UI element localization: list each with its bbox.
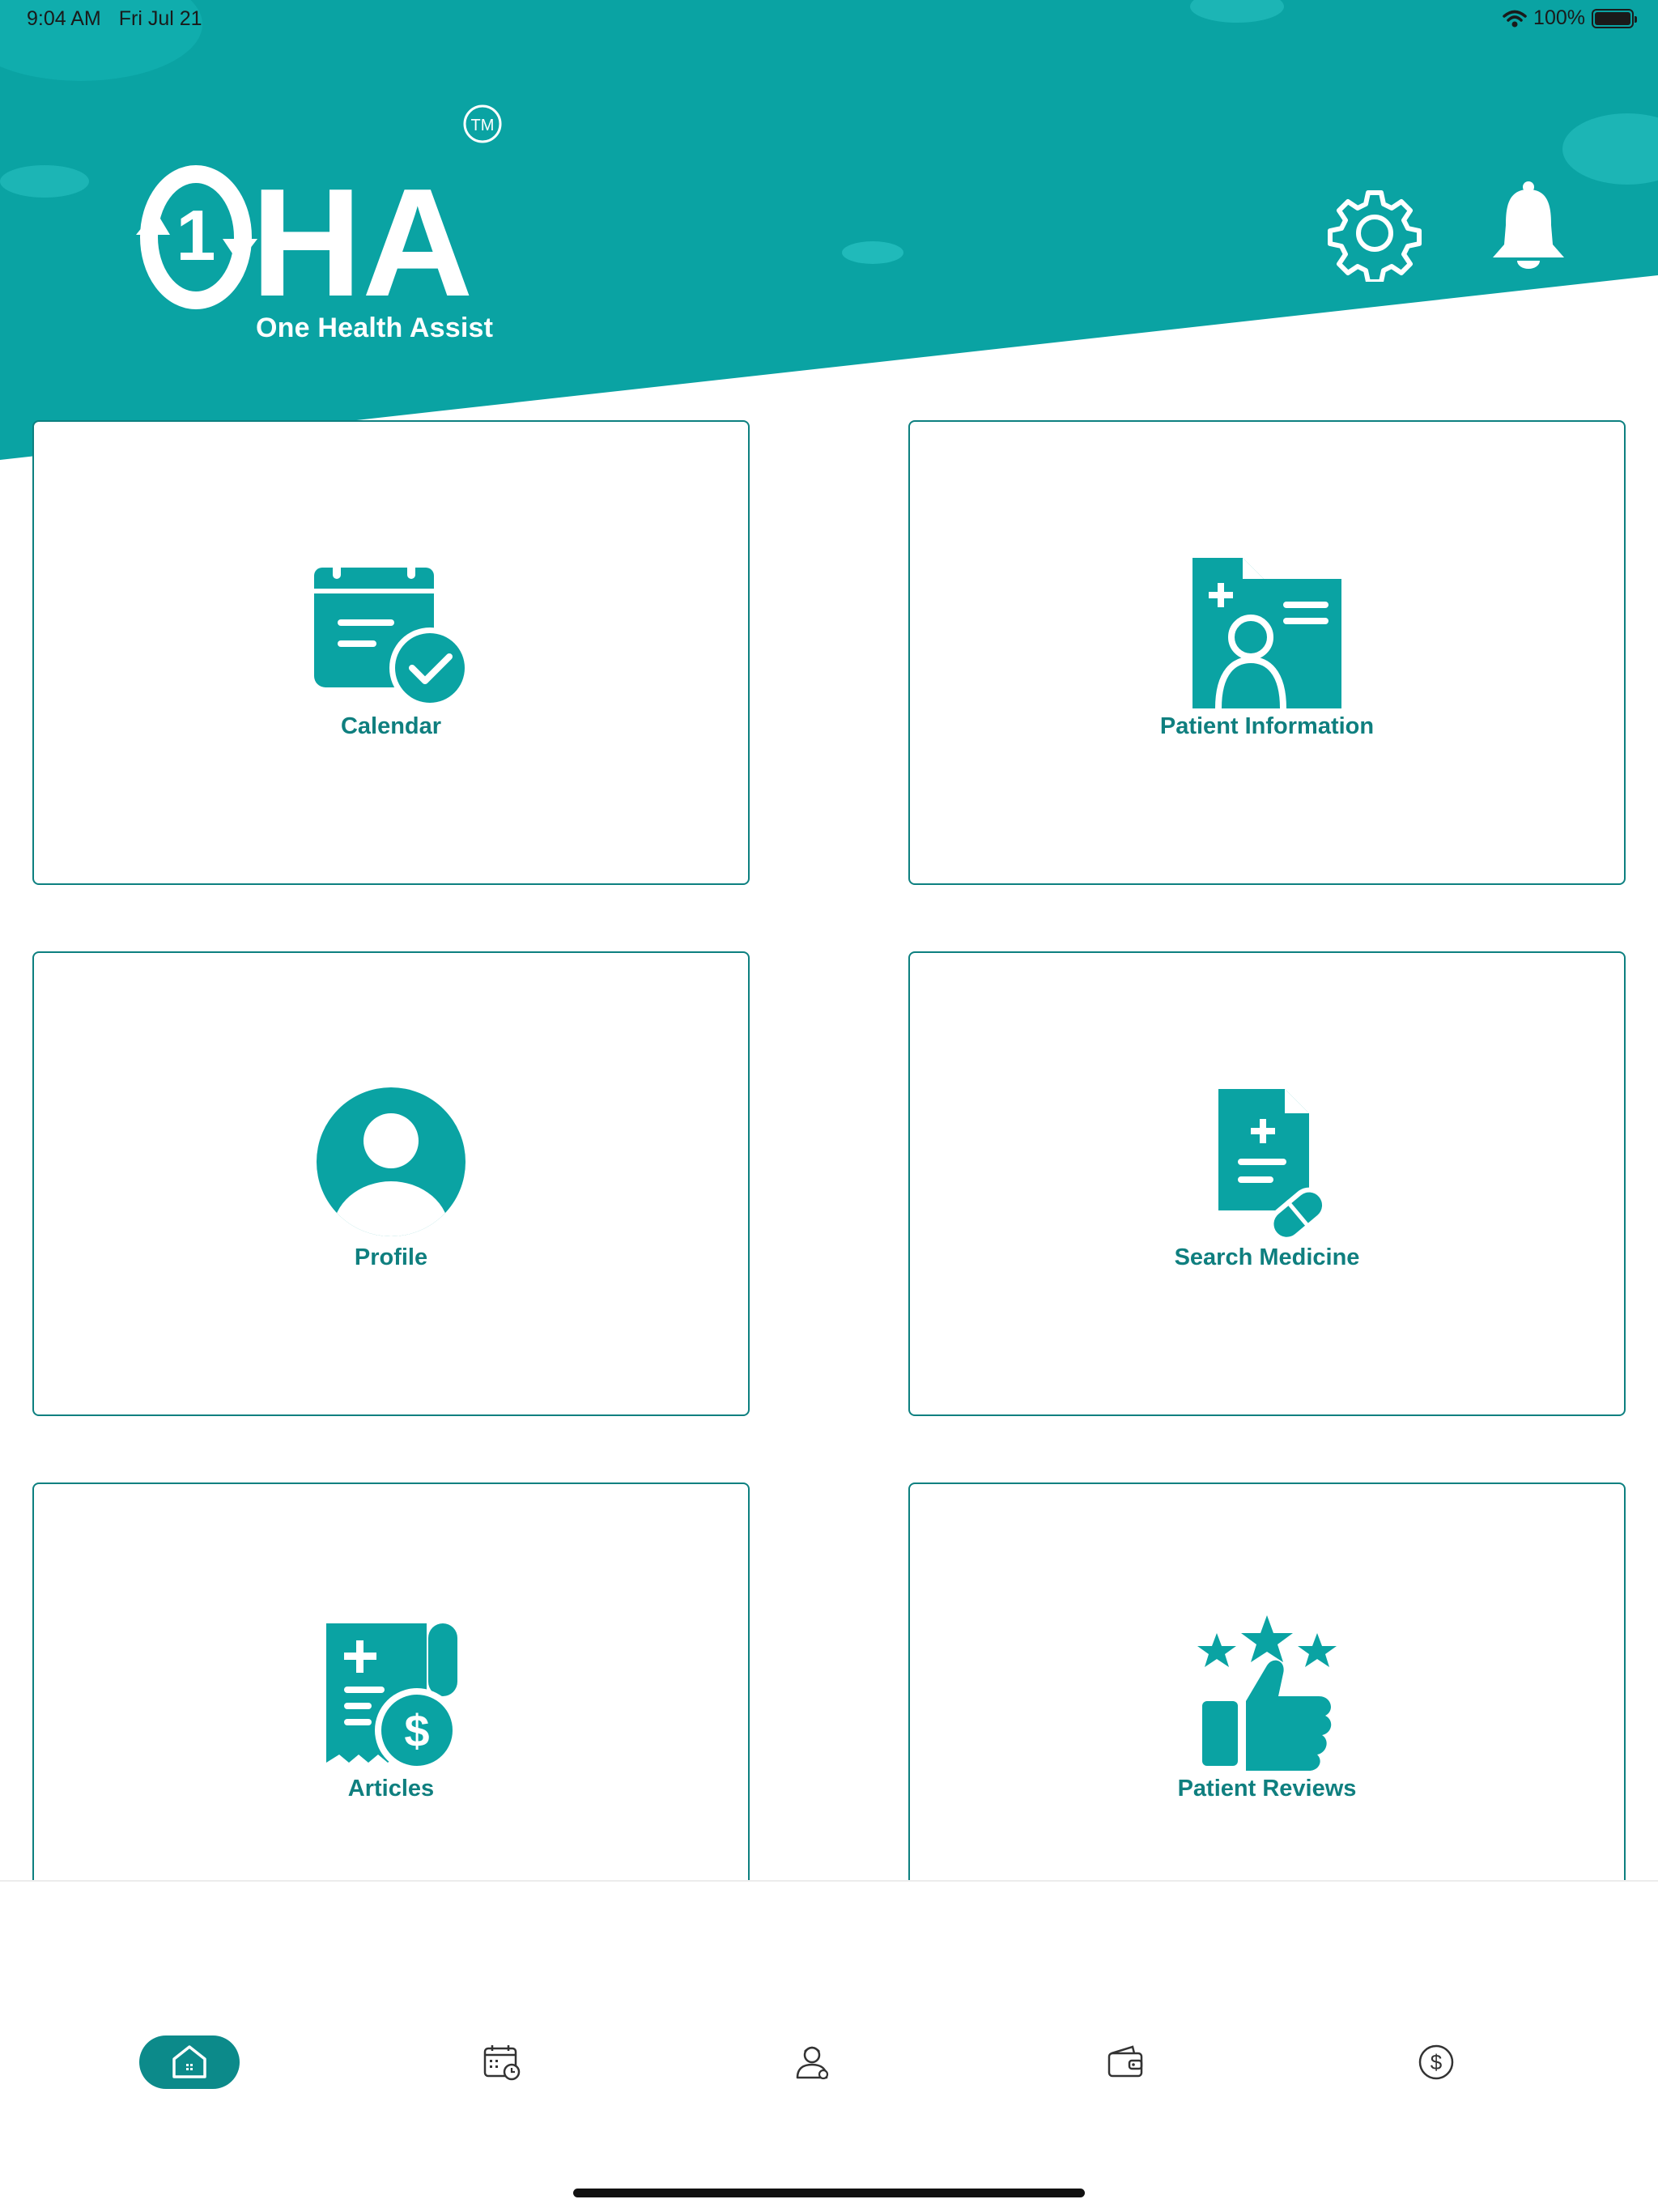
tile-label: Articles <box>347 1776 435 1802</box>
tile-label: Calendar <box>340 713 442 739</box>
logo-mark: 1 <box>176 195 216 275</box>
home-indicator <box>573 2189 1085 2197</box>
nav-payments[interactable]: $ <box>1386 2035 1486 2089</box>
tile-label: Patient Reviews <box>1177 1776 1357 1802</box>
prescription-pill-icon <box>1218 1089 1328 1242</box>
svg-text:$: $ <box>404 1705 429 1756</box>
doctor-icon <box>796 2046 829 2080</box>
tile-search-medicine[interactable]: Search Medicine <box>908 951 1626 1416</box>
notifications-button[interactable] <box>1488 180 1569 269</box>
bell-icon <box>1493 181 1564 269</box>
calendar-clock-icon <box>483 2045 521 2081</box>
wallet-icon <box>1107 2045 1143 2078</box>
medical-bill-icon: $ <box>326 1623 459 1772</box>
wifi-icon <box>1503 10 1527 27</box>
status-bar: 9:04 AM Fri Jul 21 100% <box>0 0 1658 39</box>
tile-patient-information[interactable]: Patient Information <box>908 420 1626 885</box>
nav-wallet[interactable] <box>1075 2035 1175 2089</box>
tile-profile[interactable]: Profile <box>32 951 750 1416</box>
tile-label: Profile <box>354 1244 428 1270</box>
tile-patient-reviews[interactable]: Patient Reviews <box>908 1482 1626 1947</box>
svg-text:$: $ <box>1431 2050 1443 2074</box>
thumbs-up-stars-icon <box>1197 1615 1337 1771</box>
tile-label: Search Medicine <box>1174 1244 1360 1270</box>
tile-calendar[interactable]: Calendar <box>32 420 750 885</box>
calendar-check-icon <box>314 558 470 708</box>
nav-schedule[interactable] <box>452 2035 552 2089</box>
nav-doctor[interactable] <box>763 2035 863 2089</box>
tile-articles[interactable]: $ Articles <box>32 1482 750 1947</box>
home-icon <box>172 2045 206 2078</box>
settings-button[interactable] <box>1326 185 1423 284</box>
trademark-symbol: TM <box>471 117 495 134</box>
app-tagline: One Health Assist <box>256 313 494 343</box>
tile-label: Patient Information <box>1159 713 1375 739</box>
logo-text: HA <box>251 157 473 329</box>
battery-percent: 100% <box>1533 6 1585 29</box>
gear-icon <box>1328 190 1422 284</box>
bottom-tab-bar: $ <box>0 1880 1658 2212</box>
user-avatar-icon <box>317 1087 466 1236</box>
dollar-circle-icon: $ <box>1418 2044 1454 2080</box>
battery-icon <box>1592 8 1637 28</box>
status-date: Fri Jul 21 <box>118 7 202 30</box>
patient-file-icon <box>1192 558 1341 709</box>
status-time: 9:04 AM <box>27 7 101 30</box>
nav-home[interactable] <box>139 2035 240 2089</box>
